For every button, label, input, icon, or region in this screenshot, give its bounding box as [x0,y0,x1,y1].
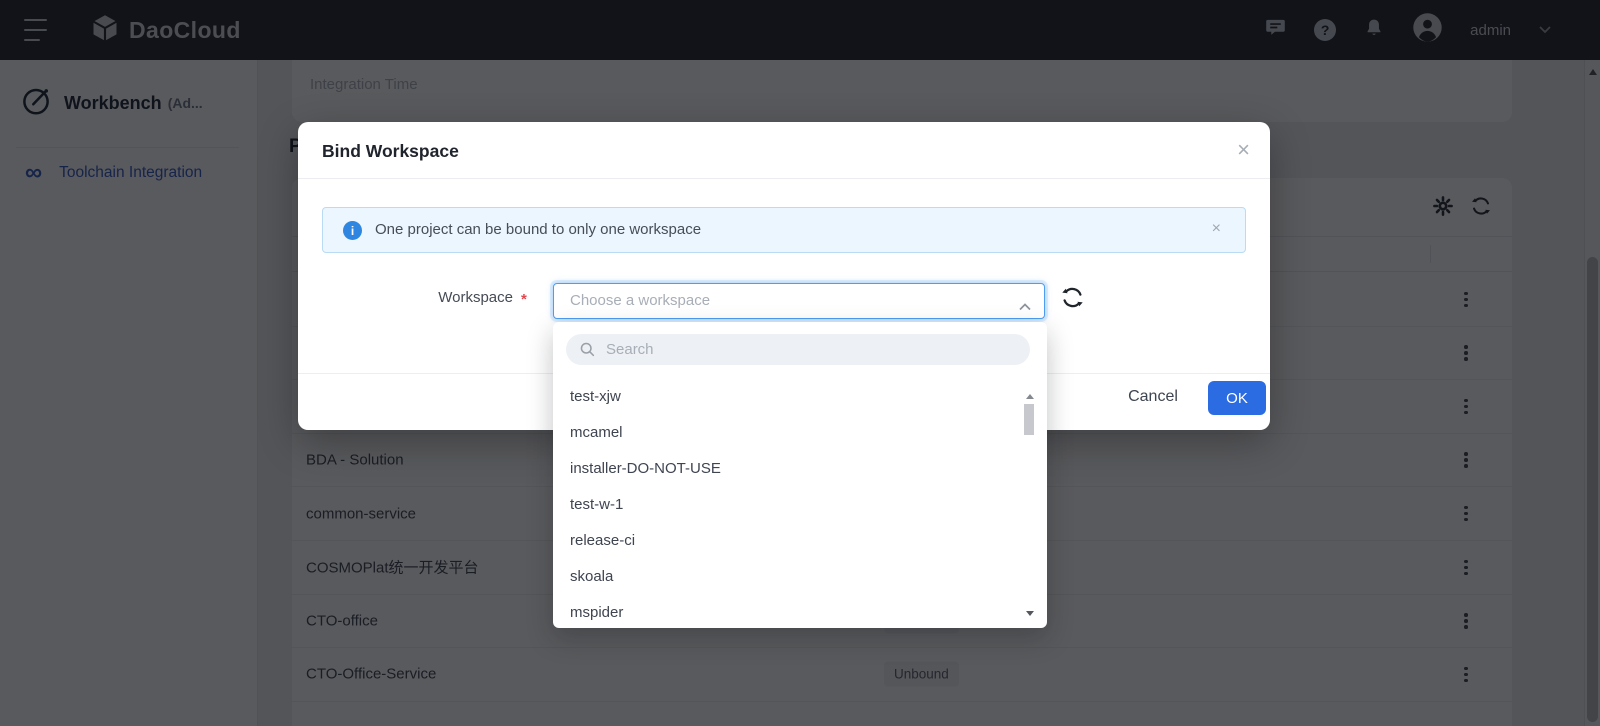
info-alert-close-icon[interactable]: × [1212,220,1221,238]
workspace-select-placeholder: Choose a workspace [570,292,711,309]
workspace-option[interactable]: test-w-1 [553,486,1047,522]
workspace-field-label: Workspace [438,289,513,306]
required-asterisk: * [521,291,527,308]
info-alert: i One project can be bound to only one w… [322,207,1246,253]
dropdown-search [566,334,1030,365]
info-alert-text: One project can be bound to only one wor… [375,221,702,238]
search-input[interactable] [606,336,1006,363]
workspace-option[interactable]: mspider [553,594,1047,628]
info-icon: i [343,221,362,240]
modal-header: Bind Workspace × [298,122,1270,179]
ok-button[interactable]: OK [1208,381,1266,415]
workspace-option[interactable]: test-xjw [553,378,1047,414]
workspace-refresh-icon[interactable] [1060,285,1086,311]
search-icon [580,342,595,357]
workspace-option[interactable]: mcamel [553,414,1047,450]
workspace-option[interactable]: installer-DO-NOT-USE [553,450,1047,486]
workspace-options-list: test-xjw mcamel installer-DO-NOT-USE tes… [553,378,1047,628]
dropdown-scrollbar-down-icon[interactable] [1026,611,1034,616]
workspace-option[interactable]: release-ci [553,522,1047,558]
workspace-dropdown-panel: test-xjw mcamel installer-DO-NOT-USE tes… [553,322,1047,628]
workspace-select[interactable]: Choose a workspace [553,283,1045,319]
cancel-button[interactable]: Cancel [1118,388,1188,406]
dropdown-scrollbar-up-icon[interactable] [1026,394,1034,399]
app-root: DaoCloud ? admin Workbench (Ad. [0,0,1600,726]
modal-close-icon[interactable]: × [1237,137,1250,163]
dropdown-scrollbar-thumb[interactable] [1024,404,1034,435]
chevron-up-icon [1019,298,1031,316]
workspace-option[interactable]: skoala [553,558,1047,594]
modal-title: Bind Workspace [322,141,459,161]
